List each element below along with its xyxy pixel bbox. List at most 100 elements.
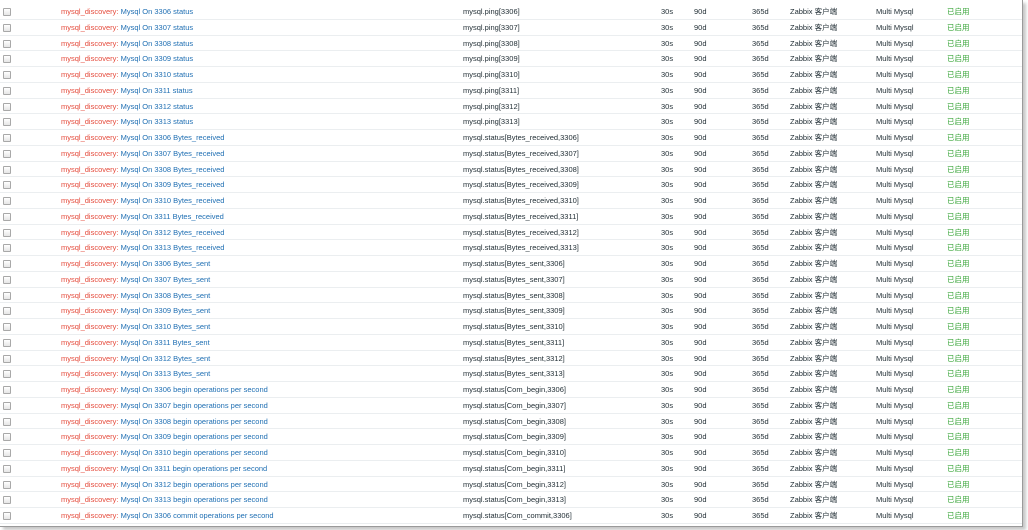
row-checkbox[interactable] [3,23,11,32]
row-checkbox[interactable] [3,275,11,284]
discovery-rule-link[interactable]: mysql_discovery [61,117,116,126]
row-checkbox[interactable] [3,71,11,79]
status-toggle-link[interactable]: 已启用 [947,492,970,507]
row-checkbox[interactable] [3,86,11,95]
item-name-link[interactable]: Mysql On 3311 status [121,86,193,95]
status-toggle-link[interactable]: 已启用 [947,99,970,114]
discovery-rule-link[interactable]: mysql_discovery [61,243,116,252]
discovery-rule-link[interactable]: mysql_discovery [61,228,116,237]
status-toggle-link[interactable]: 已启用 [947,398,970,413]
status-toggle-link[interactable]: 已启用 [947,288,970,303]
status-toggle-link[interactable]: 已启用 [947,67,970,82]
discovery-rule-link[interactable]: mysql_discovery [61,306,116,315]
row-checkbox[interactable] [3,370,11,379]
discovery-rule-link[interactable]: mysql_discovery [61,180,116,189]
status-toggle-link[interactable]: 已启用 [947,319,970,334]
status-toggle-link[interactable]: 已启用 [947,366,970,381]
row-checkbox[interactable] [3,8,11,16]
row-checkbox[interactable] [3,464,11,473]
item-name-link[interactable]: Mysql On 3313 Bytes_received [121,243,225,252]
row-checkbox[interactable] [3,165,11,174]
status-toggle-link[interactable]: 已启用 [947,445,970,460]
row-checkbox[interactable] [3,386,11,394]
item-name-link[interactable]: Mysql On 3309 Bytes_sent [121,306,211,315]
discovery-rule-link[interactable]: mysql_discovery [61,196,116,205]
row-checkbox[interactable] [3,212,11,221]
status-toggle-link[interactable]: 已启用 [947,4,970,19]
discovery-rule-link[interactable]: mysql_discovery [61,39,116,48]
item-name-link[interactable]: Mysql On 3313 begin operations per secon… [121,495,268,504]
status-toggle-link[interactable]: 已启用 [947,382,970,397]
discovery-rule-link[interactable]: mysql_discovery [61,432,116,441]
item-name-link[interactable]: Mysql On 3306 Bytes_received [121,133,225,142]
status-toggle-link[interactable]: 已启用 [947,83,970,98]
row-checkbox[interactable] [3,291,11,300]
discovery-rule-link[interactable]: mysql_discovery [61,511,116,520]
discovery-rule-link[interactable]: mysql_discovery [61,354,116,363]
row-checkbox[interactable] [3,496,11,505]
discovery-rule-link[interactable]: mysql_discovery [61,495,116,504]
item-name-link[interactable]: Mysql On 3313 Bytes_sent [121,369,211,378]
discovery-rule-link[interactable]: mysql_discovery [61,401,116,410]
item-name-link[interactable]: Mysql On 3311 Bytes_sent [121,338,210,347]
discovery-rule-link[interactable]: mysql_discovery [61,212,116,221]
status-toggle-link[interactable]: 已启用 [947,146,970,161]
status-toggle-link[interactable]: 已启用 [947,20,970,35]
discovery-rule-link[interactable]: mysql_discovery [61,149,116,158]
discovery-rule-link[interactable]: mysql_discovery [61,7,116,16]
item-name-link[interactable]: Mysql On 3310 Bytes_received [121,196,225,205]
discovery-rule-link[interactable]: mysql_discovery [61,54,116,63]
row-checkbox[interactable] [3,338,11,347]
item-name-link[interactable]: Mysql On 3309 begin operations per secon… [121,432,268,441]
row-checkbox[interactable] [3,197,11,205]
item-name-link[interactable]: Mysql On 3310 Bytes_sent [121,322,211,331]
discovery-rule-link[interactable]: mysql_discovery [61,448,116,457]
item-name-link[interactable]: Mysql On 3307 status [121,23,194,32]
item-name-link[interactable]: Mysql On 3306 begin operations per secon… [121,385,268,394]
item-name-link[interactable]: Mysql On 3307 Bytes_sent [121,275,211,284]
row-checkbox[interactable] [3,307,11,316]
discovery-rule-link[interactable]: mysql_discovery [61,23,116,32]
status-toggle-link[interactable]: 已启用 [947,130,970,145]
row-checkbox[interactable] [3,417,11,426]
status-toggle-link[interactable]: 已启用 [947,429,970,444]
row-checkbox[interactable] [3,449,11,457]
status-toggle-link[interactable]: 已启用 [947,414,970,429]
status-toggle-link[interactable]: 已启用 [947,351,970,366]
row-checkbox[interactable] [3,39,11,48]
discovery-rule-link[interactable]: mysql_discovery [61,338,116,347]
item-name-link[interactable]: Mysql On 3310 status [121,70,194,79]
status-toggle-link[interactable]: 已启用 [947,303,970,318]
item-name-link[interactable]: Mysql On 3308 Bytes_received [121,165,225,174]
status-toggle-link[interactable]: 已启用 [947,335,970,350]
discovery-rule-link[interactable]: mysql_discovery [61,102,116,111]
item-name-link[interactable]: Mysql On 3306 Bytes_sent [121,259,211,268]
discovery-rule-link[interactable]: mysql_discovery [61,165,116,174]
item-name-link[interactable]: Mysql On 3309 status [121,54,194,63]
discovery-rule-link[interactable]: mysql_discovery [61,464,116,473]
item-name-link[interactable]: Mysql On 3307 Bytes_received [121,149,225,158]
discovery-rule-link[interactable]: mysql_discovery [61,259,116,268]
item-name-link[interactable]: Mysql On 3312 begin operations per secon… [121,480,268,489]
item-name-link[interactable]: Mysql On 3307 begin operations per secon… [121,401,268,410]
status-toggle-link[interactable]: 已启用 [947,193,970,208]
row-checkbox[interactable] [3,480,11,489]
item-name-link[interactable]: Mysql On 3312 Bytes_received [121,228,225,237]
row-checkbox[interactable] [3,118,11,127]
item-name-link[interactable]: Mysql On 3309 Bytes_received [121,180,225,189]
discovery-rule-link[interactable]: mysql_discovery [61,385,116,394]
discovery-rule-link[interactable]: mysql_discovery [61,322,116,331]
status-toggle-link[interactable]: 已启用 [947,114,970,129]
row-checkbox[interactable] [3,55,11,64]
item-name-link[interactable]: Mysql On 3312 Bytes_sent [121,354,211,363]
status-toggle-link[interactable]: 已启用 [947,177,970,192]
discovery-rule-link[interactable]: mysql_discovery [61,133,116,142]
status-toggle-link[interactable]: 已启用 [947,240,970,255]
item-name-link[interactable]: Mysql On 3310 begin operations per secon… [121,448,268,457]
status-toggle-link[interactable]: 已启用 [947,256,970,271]
discovery-rule-link[interactable]: mysql_discovery [61,86,116,95]
item-name-link[interactable]: Mysql On 3308 begin operations per secon… [121,417,268,426]
discovery-rule-link[interactable]: mysql_discovery [61,417,116,426]
row-checkbox[interactable] [3,134,11,142]
status-toggle-link[interactable]: 已启用 [947,272,970,287]
